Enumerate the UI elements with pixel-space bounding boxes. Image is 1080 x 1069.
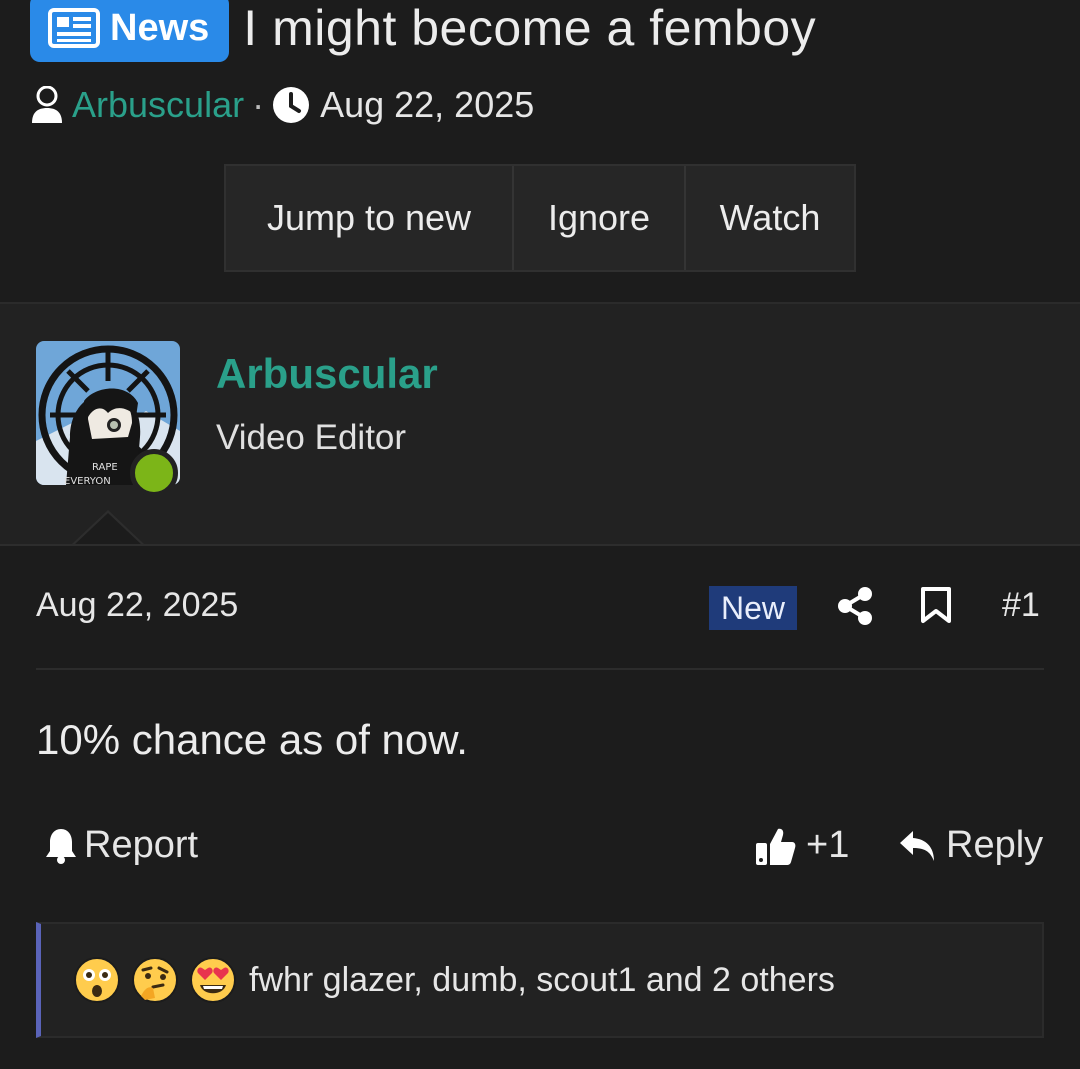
reply-button[interactable]: Reply	[898, 824, 1043, 867]
like-count: +1	[806, 824, 850, 866]
heart-eyes-emoji-icon	[190, 957, 236, 1003]
report-button[interactable]: Report	[44, 824, 198, 867]
user-title: Video Editor	[216, 418, 407, 457]
report-label: Report	[84, 824, 199, 866]
meta-separator: ·	[252, 84, 265, 125]
message-post: Aug 22, 2025 New #1 10% chance as of now…	[0, 546, 1080, 1069]
bell-icon	[46, 828, 76, 864]
post-divider	[36, 668, 1044, 670]
avatar-wrapper[interactable]: RAPE EVERYON	[36, 341, 182, 497]
reply-label: Reply	[946, 824, 1044, 866]
clock-icon	[273, 87, 310, 123]
prefix-label: News	[110, 6, 210, 49]
thread-author-link[interactable]: Arbuscular	[72, 84, 244, 126]
reply-icon	[900, 830, 934, 861]
reactions-users-link[interactable]: fwhr glazer, dumb, scout1 and 2 others	[249, 961, 835, 1000]
like-button[interactable]: +1	[754, 824, 849, 867]
message-user-block: RAPE EVERYON Arbuscular Video Editor	[0, 304, 1080, 544]
username-link[interactable]: Arbuscular	[216, 350, 438, 398]
thread-meta: Arbuscular · Aug 22, 2025	[30, 84, 534, 126]
watch-button[interactable]: Watch	[684, 166, 854, 270]
online-indicator	[130, 449, 178, 497]
astonished-emoji-icon	[74, 957, 120, 1003]
new-badge: New	[709, 586, 797, 630]
thread-page: News I might become a femboy Arbuscular …	[0, 0, 1080, 1069]
thread-actions: Jump to new Ignore Watch	[224, 164, 856, 272]
share-icon[interactable]	[836, 586, 874, 626]
svg-text:RAPE: RAPE	[92, 462, 118, 473]
newspaper-icon	[48, 8, 100, 48]
thread-title: I might become a femboy	[243, 0, 817, 56]
thinking-emoji-icon	[132, 957, 178, 1003]
ignore-button[interactable]: Ignore	[512, 166, 684, 270]
reactions-bar[interactable]: fwhr glazer, dumb, scout1 and 2 others	[36, 922, 1044, 1038]
svg-text:EVERYON: EVERYON	[64, 476, 111, 485]
thumbs-up-icon	[756, 828, 796, 865]
post-date-link[interactable]: Aug 22, 2025	[36, 586, 238, 625]
thread-date[interactable]: Aug 22, 2025	[320, 84, 534, 126]
post-body: 10% chance as of now.	[36, 716, 468, 763]
prefix-badge[interactable]: News	[30, 0, 230, 62]
jump-to-new-button[interactable]: Jump to new	[226, 166, 512, 270]
bookmark-icon[interactable]	[920, 586, 952, 624]
user-arrow	[74, 513, 142, 545]
title-row: News I might become a femboy	[30, 0, 816, 62]
post-number-link[interactable]: #1	[1002, 586, 1040, 625]
user-icon	[32, 86, 62, 123]
thread-header: News I might become a femboy Arbuscular …	[0, 0, 1080, 302]
